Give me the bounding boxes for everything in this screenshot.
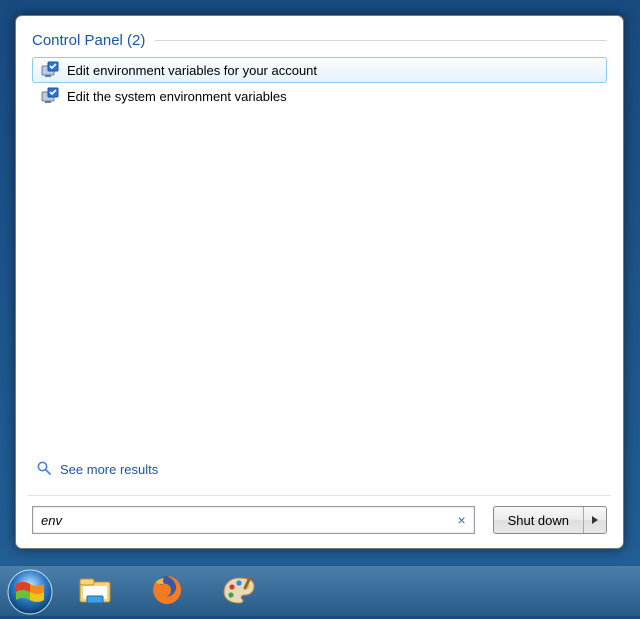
results-list: Edit environment variables for your acco… [28,57,611,109]
search-input[interactable] [33,513,450,528]
shutdown-button-group: Shut down [493,506,607,534]
triangle-right-icon [591,513,599,528]
monitor-checkbox-icon [41,87,59,105]
bottom-divider [28,495,611,496]
start-button[interactable] [6,568,54,616]
shutdown-label: Shut down [508,513,569,528]
taskbar [0,566,640,616]
header-divider [155,40,607,41]
taskbar-item-paint[interactable] [208,571,270,613]
result-item-edit-user-env[interactable]: Edit environment variables for your acco… [32,57,607,83]
paint-palette-icon [221,574,257,609]
result-item-edit-system-env[interactable]: Edit the system environment variables [32,83,607,109]
magnifier-icon [36,460,52,479]
result-label: Edit the system environment variables [67,89,287,104]
result-label: Edit environment variables for your acco… [67,63,317,78]
firefox-icon [150,573,184,610]
see-more-results-link[interactable]: See more results [36,460,603,479]
monitor-checkbox-icon [41,61,59,79]
start-menu-panel: Control Panel (2) Edit environment varia… [15,15,624,549]
see-more-label: See more results [60,462,158,477]
shutdown-options-button[interactable] [584,507,606,533]
file-explorer-icon [77,574,113,609]
shutdown-button[interactable]: Shut down [494,507,584,533]
bottom-bar: × Shut down [28,506,611,538]
clear-search-icon[interactable]: × [450,512,474,528]
results-section: Control Panel (2) Edit environment varia… [28,26,611,460]
section-header: Control Panel (2) [32,32,607,49]
taskbar-item-explorer[interactable] [64,571,126,613]
section-title: Control Panel (2) [32,32,145,49]
search-box[interactable]: × [32,506,475,534]
taskbar-item-firefox[interactable] [136,571,198,613]
